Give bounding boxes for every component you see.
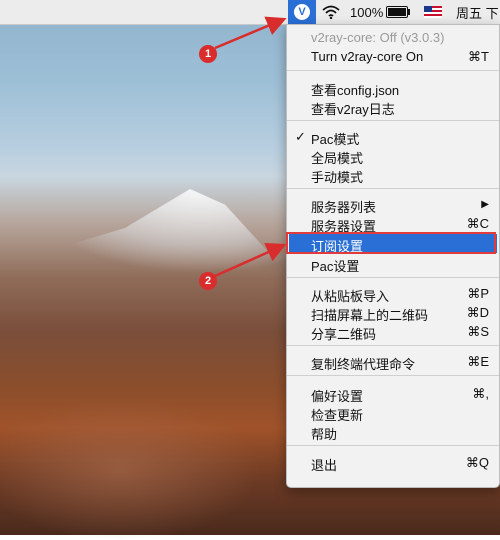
arrow-to-v2ray-icon — [214, 16, 287, 50]
annotation-badge-1: 1 — [199, 45, 217, 63]
annotation-arrows — [214, 16, 287, 278]
annotation-badge-2: 2 — [199, 272, 217, 290]
arrow-to-subscribe — [214, 243, 287, 278]
